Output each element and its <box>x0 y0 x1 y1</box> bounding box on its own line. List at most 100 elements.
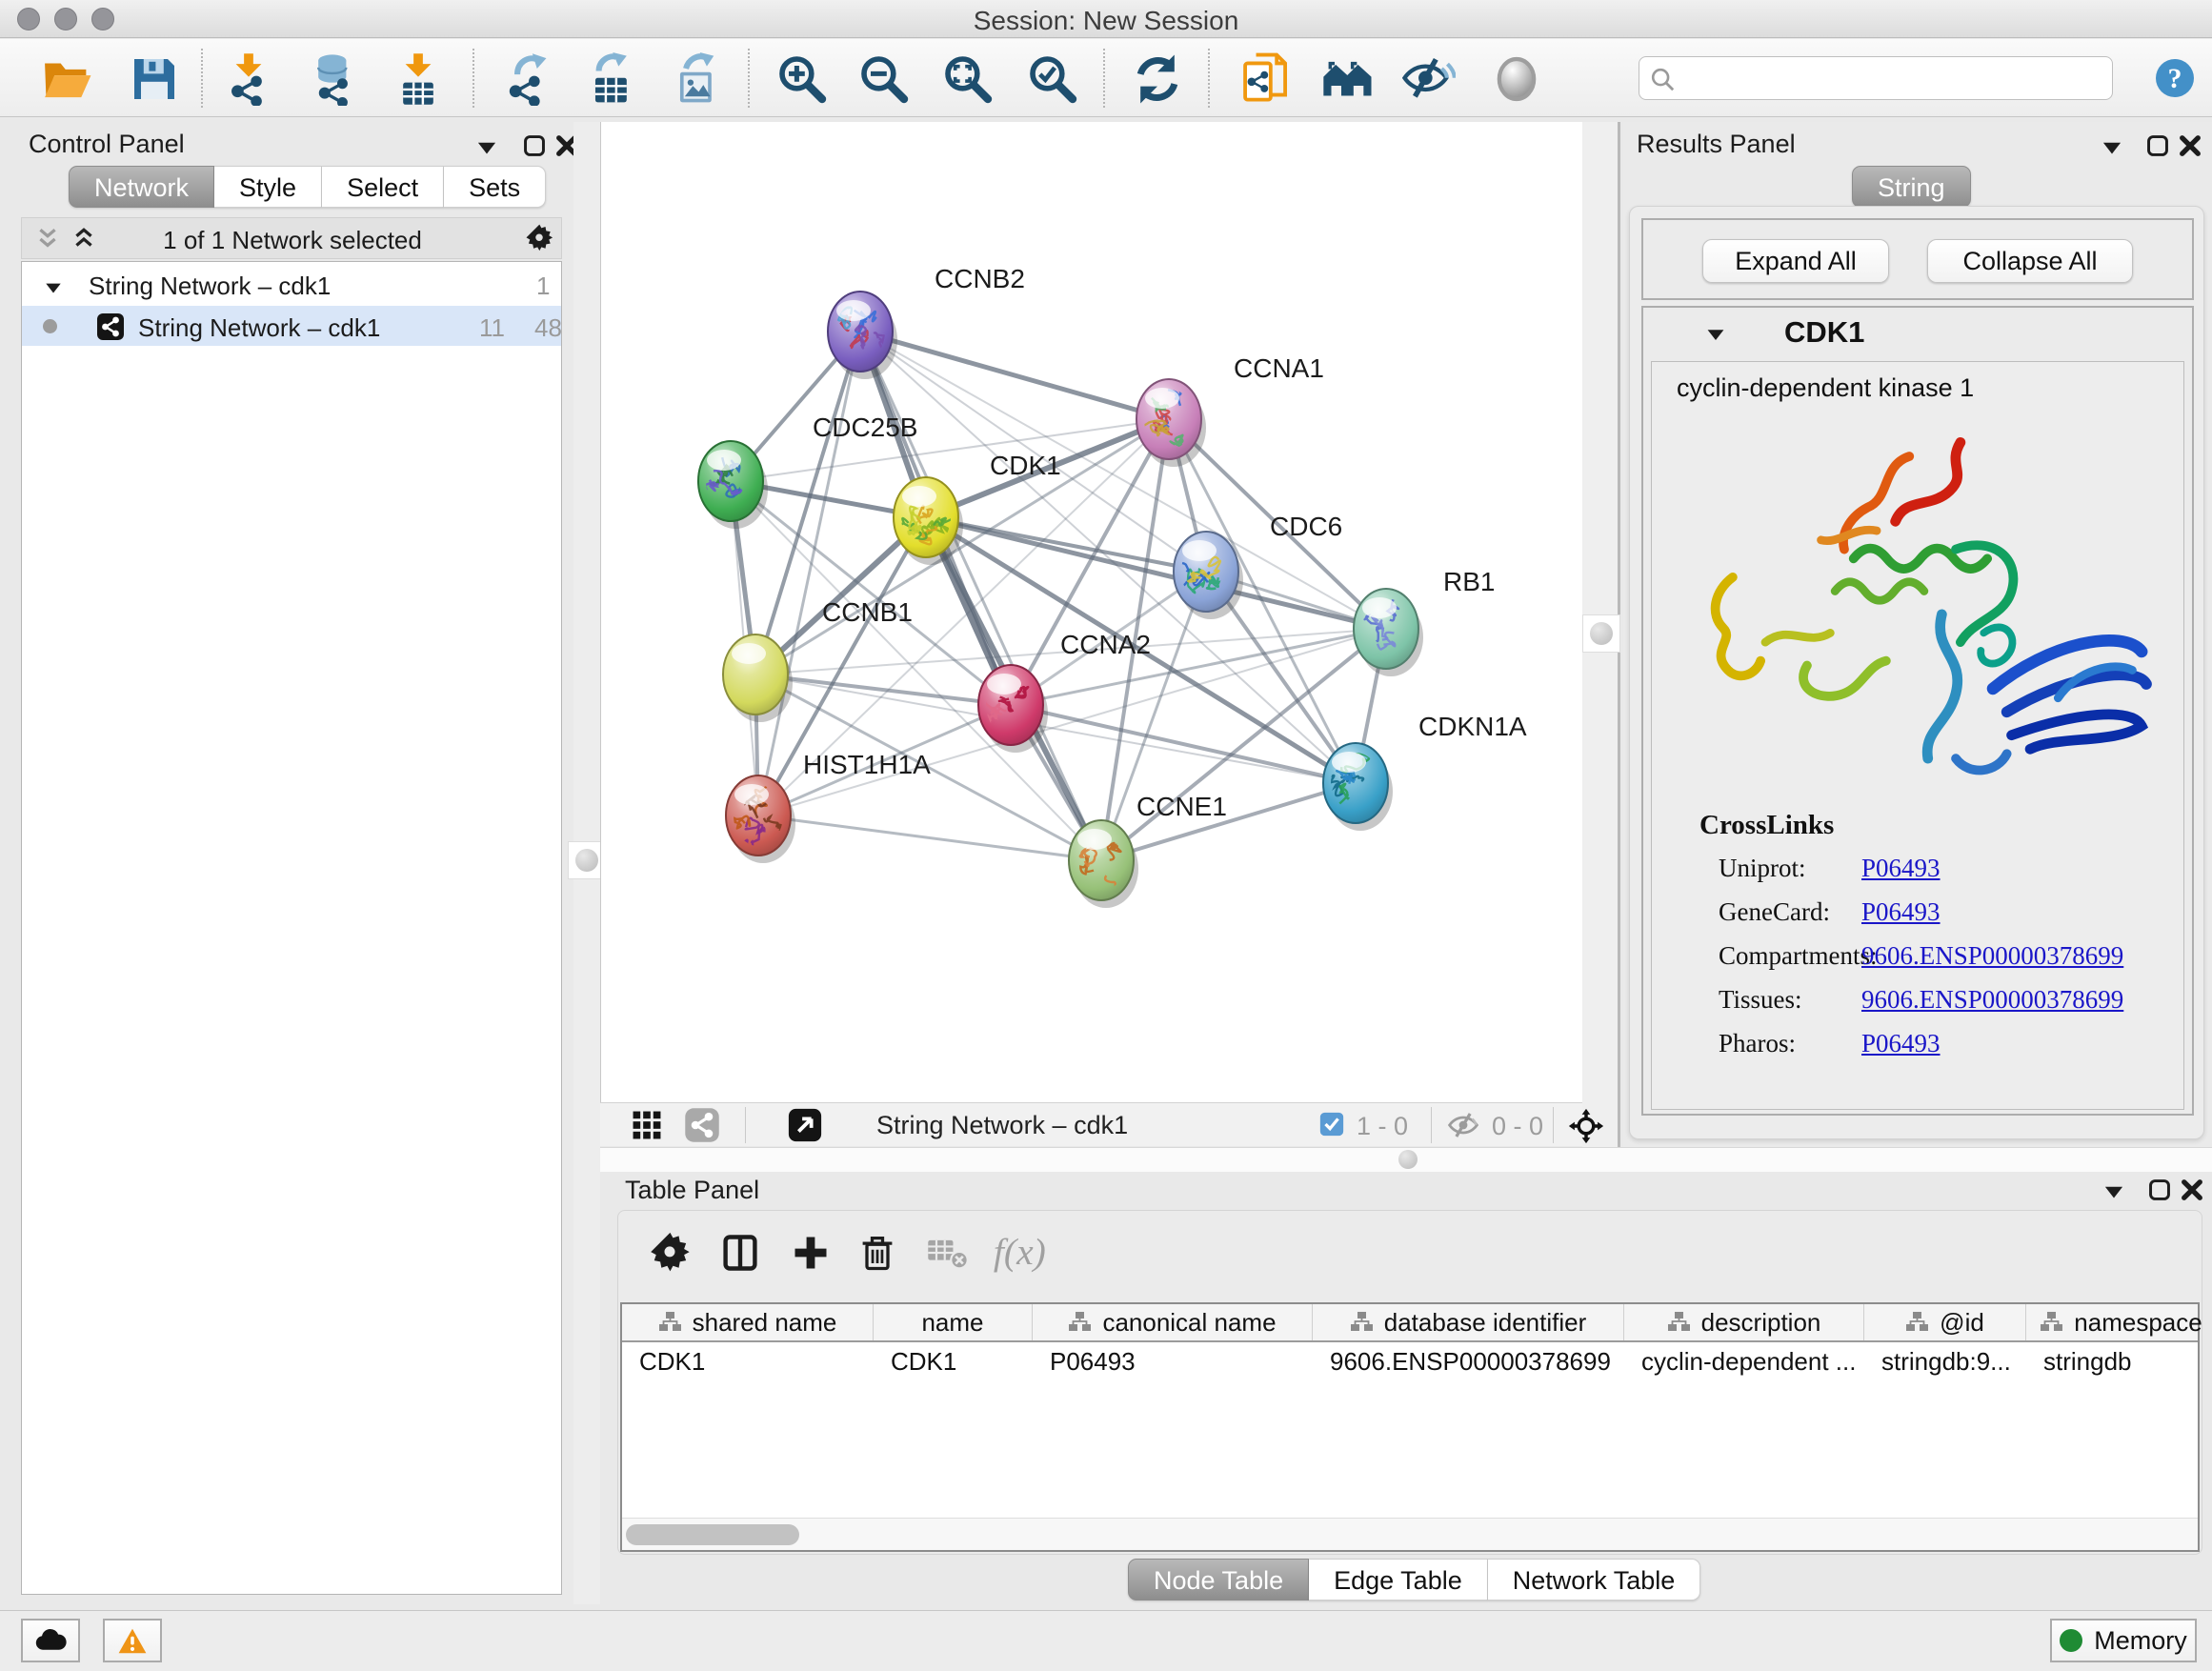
float-panel-icon[interactable] <box>2145 133 2170 158</box>
network-edge-HIST1H1A-CCNE1[interactable] <box>758 815 1101 860</box>
selection-status-text: 1 of 1 Network selected <box>22 226 563 255</box>
table-cell[interactable]: stringdb:9... <box>1864 1342 2026 1380</box>
table-cell[interactable]: cyclin-dependent ... <box>1624 1342 1864 1380</box>
column-header-@id[interactable]: @id <box>1864 1304 2026 1340</box>
save-session-icon[interactable] <box>128 52 181 106</box>
search-input[interactable] <box>1683 59 2102 97</box>
crosslink-link[interactable]: P06493 <box>1861 854 1941 883</box>
share-document-icon[interactable] <box>1240 52 1294 106</box>
eye-icon[interactable] <box>1490 52 1543 106</box>
splitter-handle[interactable] <box>1398 1150 1418 1169</box>
import-table-icon[interactable] <box>392 52 445 106</box>
hide-eye-icon[interactable] <box>1402 52 1456 106</box>
delete-column-icon[interactable] <box>855 1232 900 1274</box>
export-image-icon[interactable] <box>670 52 723 106</box>
network-node-CCNE1[interactable]: CCNE1 <box>1069 792 1227 908</box>
tab-edge-table[interactable]: Edge Table <box>1309 1559 1488 1601</box>
table-cell[interactable]: stringdb <box>2026 1342 2212 1380</box>
zoom-out-icon[interactable] <box>857 52 911 106</box>
collapse-all-button[interactable]: Collapse All <box>1927 239 2133 283</box>
node-label-CDC6: CDC6 <box>1270 512 1342 541</box>
network-node-CCNB2[interactable]: CCNB2 <box>818 264 1025 379</box>
zoom-selected-icon[interactable] <box>1026 52 1079 106</box>
show-columns-icon[interactable] <box>717 1232 763 1274</box>
table-gear-icon[interactable] <box>647 1232 693 1274</box>
selected-checkbox-icon[interactable] <box>1318 1111 1345 1137</box>
network-node-CDKN1A[interactable]: CDKN1A <box>1323 712 1527 831</box>
crosslink-link[interactable]: P06493 <box>1861 1029 1941 1058</box>
crosslink-row: Compartments:9606.ENSP00000378699 <box>1719 941 2176 971</box>
panel-menu-icon[interactable] <box>2101 1179 2126 1204</box>
panel-menu-icon[interactable] <box>2100 135 2124 160</box>
crosslink-link[interactable]: P06493 <box>1861 897 1941 927</box>
network-node-CCNA1[interactable]: CCNA1 <box>1136 353 1324 467</box>
column-header-database-identifier[interactable]: database identifier <box>1313 1304 1624 1340</box>
tab-string[interactable]: String <box>1852 166 1971 208</box>
column-header-namespace[interactable]: namespace <box>2026 1304 2212 1340</box>
network-edge-CCNB2-CCNE1[interactable] <box>860 332 1101 860</box>
export-network-icon[interactable] <box>501 52 554 106</box>
vertical-splitter-left[interactable] <box>573 122 600 1604</box>
column-header-shared-name[interactable]: shared name <box>622 1304 874 1340</box>
tab-node-table[interactable]: Node Table <box>1128 1559 1309 1601</box>
table-cell[interactable]: 9606.ENSP00000378699 <box>1313 1342 1624 1380</box>
column-header-description[interactable]: description <box>1624 1304 1864 1340</box>
float-panel-icon[interactable] <box>522 133 547 158</box>
cloud-button[interactable] <box>21 1619 80 1662</box>
tab-style[interactable]: Style <box>214 166 322 208</box>
network-tree-row-selected[interactable]: String Network – cdk1 11 48 <box>22 306 561 346</box>
network-edge-CCNB2-CCNA1[interactable] <box>860 332 1169 419</box>
memory-button[interactable]: Memory <box>2050 1619 2197 1662</box>
zoom-in-icon[interactable] <box>775 52 829 106</box>
add-column-icon[interactable] <box>788 1232 834 1274</box>
vertical-splitter-right[interactable] <box>1582 122 1620 1147</box>
share-view-icon[interactable] <box>684 1107 720 1143</box>
tab-network[interactable]: Network <box>69 166 214 208</box>
horizontal-splitter[interactable] <box>600 1147 2212 1172</box>
home-icon[interactable] <box>1321 52 1375 106</box>
tab-network-table[interactable]: Network Table <box>1488 1559 1701 1601</box>
table-row[interactable]: CDK1CDK1P064939606.ENSP00000378699cyclin… <box>622 1342 2198 1380</box>
network-tree-root-row[interactable]: String Network – cdk1 1 <box>22 266 561 306</box>
node-label-CCNB2: CCNB2 <box>935 264 1025 293</box>
zoom-fit-icon[interactable] <box>941 52 995 106</box>
crosslink-link[interactable]: 9606.ENSP00000378699 <box>1861 985 2123 1015</box>
table-cell[interactable]: CDK1 <box>622 1342 874 1380</box>
panel-menu-icon[interactable] <box>474 135 499 160</box>
network-node-RB1[interactable]: RB1 <box>1354 567 1495 676</box>
collapse-gene-icon[interactable] <box>1704 323 1727 346</box>
warning-button[interactable] <box>103 1619 162 1662</box>
table-cell[interactable]: P06493 <box>1033 1342 1313 1380</box>
import-network-icon[interactable] <box>222 52 275 106</box>
network-canvas[interactable]: CCNB2CCNA1CDC25BCDK1CDC6RB1CCNB1CCNA2CDK… <box>600 122 1582 1102</box>
float-panel-icon[interactable] <box>2147 1178 2172 1202</box>
birdseye-view-icon[interactable] <box>787 1107 823 1143</box>
table-cell[interactable]: CDK1 <box>874 1342 1033 1380</box>
splitter-handle[interactable] <box>1582 614 1620 653</box>
table-panel-title: Table Panel <box>625 1176 759 1205</box>
crosshair-icon[interactable] <box>1568 1108 1604 1144</box>
gear-icon[interactable] <box>525 224 553 252</box>
import-database-icon[interactable] <box>307 52 360 106</box>
close-panel-icon[interactable] <box>2180 1178 2204 1202</box>
column-header-canonical-name[interactable]: canonical name <box>1033 1304 1313 1340</box>
network-edge-CCNB1-CCNA2[interactable] <box>755 674 1011 705</box>
tab-sets[interactable]: Sets <box>444 166 546 208</box>
toolbar-separator <box>1208 49 1210 108</box>
tab-select[interactable]: Select <box>322 166 444 208</box>
close-panel-icon[interactable] <box>2178 133 2202 158</box>
scrollbar-thumb[interactable] <box>626 1524 799 1545</box>
network-edge-CCNA1-CDC25B[interactable] <box>731 419 1169 481</box>
column-header-name[interactable]: name <box>874 1304 1033 1340</box>
grid-view-icon[interactable] <box>631 1109 663 1141</box>
tree-collapse-icon[interactable] <box>43 275 64 296</box>
refresh-icon[interactable] <box>1131 52 1184 106</box>
expand-all-button[interactable]: Expand All <box>1702 239 1889 283</box>
export-table-icon[interactable] <box>585 52 638 106</box>
network-edge-CCNA2-CDKN1A[interactable] <box>1011 705 1356 783</box>
crosslink-link[interactable]: 9606.ENSP00000378699 <box>1861 941 2123 971</box>
open-session-icon[interactable] <box>40 52 93 106</box>
column-label: description <box>1701 1308 1821 1338</box>
help-button[interactable]: ? <box>2153 56 2197 100</box>
table-horizontal-scrollbar[interactable] <box>622 1518 2198 1550</box>
